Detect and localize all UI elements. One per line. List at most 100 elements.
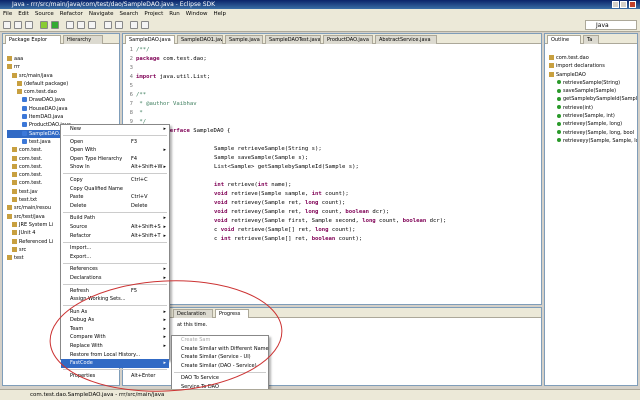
tree-item[interactable]: rrr (7, 63, 119, 71)
outline-item[interactable]: SampleDAO (549, 71, 637, 79)
menu-item[interactable]: Create Sam (172, 336, 268, 345)
editor-tab[interactable]: SampleDAO.java (125, 35, 175, 44)
outline-item[interactable]: retrieveyy(Sample, Sample, lo (549, 137, 637, 145)
folder-icon (12, 172, 17, 178)
folder-icon (12, 238, 17, 244)
menu-item[interactable]: Compare With ▸ (61, 333, 169, 342)
menu-item[interactable]: Copy Ctrl+C (61, 176, 169, 185)
outline-item[interactable]: com.test.dao (549, 54, 637, 62)
code-text: void retrievey(Sample ret, long count, b… (214, 209, 390, 215)
code-line: c void retrieve(Sample[] ret, long count… (123, 226, 541, 235)
code-text: package com.test.dao; (136, 56, 207, 62)
minimize-button[interactable] (612, 1, 619, 8)
maximize-button[interactable] (620, 1, 627, 8)
menu-item[interactable]: Open With ▸ (61, 146, 169, 155)
menu-item-label: Replace With (70, 343, 103, 350)
run-icon[interactable] (51, 21, 59, 29)
menu-item[interactable]: Open Type Hierarchy F4 (61, 155, 169, 164)
tree-item[interactable]: com.test.dao (7, 88, 119, 96)
open-type-icon[interactable] (104, 21, 112, 29)
submenu-arrow-icon: ▸ (163, 126, 166, 132)
outline-item[interactable]: retrievey(Sample, long) (549, 120, 637, 128)
outline-item-label: SampleDAO (556, 71, 586, 78)
tree-item-label: com.test.dao (24, 89, 57, 96)
menu-item[interactable]: Paste Ctrl+V (61, 193, 169, 202)
tab-declaration[interactable]: Declaration (173, 309, 213, 318)
menu-item-label: Refactor (70, 232, 91, 239)
print-icon[interactable] (25, 21, 33, 29)
new-java-project-icon[interactable] (66, 21, 74, 29)
menu-item[interactable]: Create Similar (Service - UI) (172, 353, 268, 362)
save-icon[interactable] (14, 21, 22, 29)
tree-item[interactable]: src/main/java (7, 72, 119, 80)
editor-tab[interactable]: Sample.java (225, 35, 263, 44)
editor-tab[interactable]: SampleDAOTest.java (265, 35, 321, 44)
outline-item[interactable]: retrieveSample(String) (549, 79, 637, 87)
editor-tab[interactable]: AbstractService.java (375, 35, 437, 44)
menu-item[interactable]: Team ▸ (61, 325, 169, 334)
back-icon[interactable] (130, 21, 138, 29)
menu-item[interactable]: Delete Delete (61, 202, 169, 211)
close-button[interactable] (629, 1, 636, 8)
debug-icon[interactable] (40, 21, 48, 29)
editor-tab[interactable]: SampleDAO1.java (177, 35, 223, 44)
outline-item[interactable]: saveSample(Sample) (549, 87, 637, 95)
code-line: void retrievey(Sample ret, long count); (123, 199, 541, 208)
menu-item[interactable]: Copy Qualified Name (61, 185, 169, 194)
outline-item[interactable]: retrieve(Sample, int) (549, 112, 637, 120)
folder-icon (12, 197, 17, 203)
tree-item-label: aaa (14, 56, 24, 62)
menu-item[interactable]: Build Path ▸ (61, 214, 169, 223)
menu-item[interactable]: DAO To Service (172, 374, 268, 383)
method-icon (557, 96, 561, 101)
menu-item[interactable]: Export... (61, 253, 169, 262)
perspective-java[interactable]: Java (585, 20, 637, 30)
menu-item[interactable]: Refactor Alt+Shift+T ▸ (61, 232, 169, 241)
new-package-icon[interactable] (77, 21, 85, 29)
menu-item[interactable]: FastCode ▸ (61, 359, 169, 368)
menu-item[interactable]: References ▸ (61, 265, 169, 274)
menu-separator (63, 211, 167, 213)
tree-item[interactable]: aaa (7, 55, 119, 63)
new-class-icon[interactable] (88, 21, 96, 29)
tab-progress[interactable]: Progress (215, 309, 249, 318)
outline-item[interactable]: getSamplebySampleId(Sample) (549, 95, 637, 103)
tab-tasks[interactable]: Ta (583, 35, 599, 44)
submenu-arrow-icon: ▸ (163, 308, 166, 315)
menu-item[interactable]: Properties Alt+Enter (61, 372, 169, 381)
code-line: 9 */ (123, 118, 541, 127)
tree-item[interactable]: (default package) (7, 80, 119, 88)
outline-item[interactable]: import declarations (549, 62, 637, 70)
tree-item[interactable]: DrawDAO.java (7, 96, 119, 104)
tree-item[interactable]: ItemDAO.java (7, 113, 119, 121)
menu-item-label: Import... (70, 245, 92, 252)
menu-item[interactable]: Refresh F5 (61, 287, 169, 296)
code-line: Sample saveSample(Sample s); (123, 154, 541, 163)
menu-item[interactable]: Declarations ▸ (61, 274, 169, 283)
menu-item[interactable]: Restore from Local History... (61, 351, 169, 360)
menu-item[interactable]: Open F3 (61, 138, 169, 147)
menu-item[interactable]: Assign Working Sets... (61, 295, 169, 304)
new-icon[interactable] (3, 21, 11, 29)
menu-item[interactable]: Source Alt+Shift+S ▸ (61, 223, 169, 232)
folder-icon (7, 64, 12, 70)
tree-item[interactable]: HouseDAO.java (7, 105, 119, 113)
search-icon[interactable] (115, 21, 123, 29)
outline-item[interactable]: retrieve(int) (549, 104, 637, 112)
menu-item[interactable]: New ▸ (61, 125, 169, 134)
editor-tab[interactable]: ProductDAO.java (323, 35, 373, 44)
outline-item[interactable]: retrievey(Sample, long, bool (549, 129, 637, 137)
tab-outline[interactable]: Outline (547, 35, 581, 44)
menu-item[interactable]: Import... (61, 244, 169, 253)
menu-item[interactable]: Replace With ▸ (61, 342, 169, 351)
tab-hierarchy[interactable]: Hierarchy (63, 35, 103, 44)
menu-item[interactable]: Create Similar with Different Name (172, 345, 269, 354)
forward-icon[interactable] (141, 21, 149, 29)
menu-item[interactable]: Show In Alt+Shift+W ▸ (61, 163, 169, 172)
tab-package-explorer[interactable]: Package Explor (5, 35, 61, 44)
menu-item[interactable]: Create Similar (DAO - Service) (172, 362, 268, 371)
code-area[interactable]: 1/**/2 package com.test.dao; 3 4 import java… (123, 46, 541, 244)
menu-item[interactable]: Debug As ▸ (61, 316, 169, 325)
code-text: /** (136, 92, 147, 98)
menu-item[interactable]: Run As ▸ (61, 308, 169, 317)
